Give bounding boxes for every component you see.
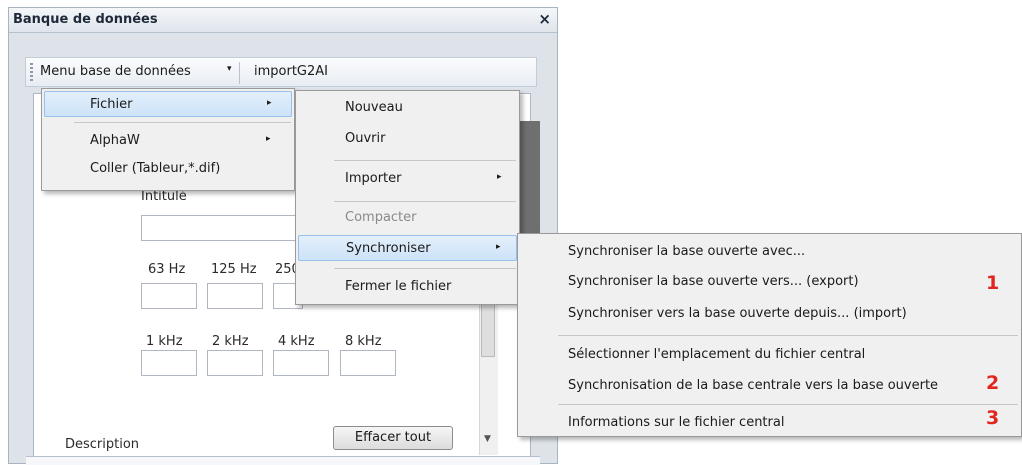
submenu-arrow-icon: ▸	[267, 98, 272, 108]
submenu-arrow-icon: ▸	[266, 134, 271, 144]
annotation-1: 1	[986, 272, 1000, 294]
annotation-3: 3	[986, 407, 1000, 429]
toolbar-separator	[239, 62, 240, 84]
clear-all-button[interactable]: Effacer tout	[333, 426, 453, 450]
freq-field-125hz[interactable]	[207, 283, 263, 309]
database-name: importG2AI	[254, 64, 328, 79]
freq-label-2khz: 2 kHz	[212, 334, 249, 349]
description-label: Description	[65, 437, 140, 452]
menu-item-label: Synchroniser la base ouverte vers... (ex…	[568, 274, 859, 289]
menu-item-compacter: Compacter	[296, 205, 519, 231]
annotation-2: 2	[986, 372, 1000, 394]
freq-label-1khz: 1 kHz	[146, 334, 183, 349]
menu-item-select-central[interactable]: Sélectionner l'emplacement du fichier ce…	[518, 342, 1021, 368]
freq-label-4khz: 4 kHz	[278, 334, 315, 349]
menu-item-label: Sélectionner l'emplacement du fichier ce…	[568, 347, 866, 362]
menu-item-coller[interactable]: Coller (Tableur,*.dif)	[42, 156, 294, 182]
menu-item-label: Coller (Tableur,*.dif)	[90, 161, 221, 176]
close-icon[interactable]: ×	[538, 10, 551, 28]
menu-item-info-central[interactable]: Informations sur le fichier central	[518, 410, 1021, 436]
panel-title: Banque de données	[13, 12, 158, 27]
menu-item-alphaw[interactable]: AlphaW ▸	[42, 128, 294, 154]
menu-item-label: Ouvrir	[345, 131, 386, 146]
menu-item-label: Synchronisation de la base centrale vers…	[568, 378, 939, 393]
menu-item-label: Informations sur le fichier central	[568, 415, 785, 430]
menu-item-sync-export[interactable]: Synchroniser la base ouverte vers... (ex…	[518, 269, 1021, 295]
menu-separator	[74, 122, 291, 123]
toolbar: Menu base de données ▾ importG2AI	[25, 57, 537, 87]
freq-field-1khz[interactable]	[141, 350, 197, 376]
submenu-arrow-icon: ▸	[496, 242, 501, 252]
menu-item-label: Fichier	[90, 97, 133, 112]
freq-label-63hz: 63 Hz	[148, 262, 186, 277]
menu-item-fichier[interactable]: Fichier ▸	[44, 91, 292, 117]
freq-label-8khz: 8 kHz	[345, 334, 382, 349]
menu-separator	[334, 201, 516, 202]
freq-field-4khz[interactable]	[273, 350, 329, 376]
toolbar-grip[interactable]	[30, 63, 33, 81]
fichier-submenu: Nouveau Ouvrir Importer ▸ Compacter Sync…	[295, 90, 520, 305]
menu-item-label: Nouveau	[345, 100, 403, 115]
menu-separator	[558, 335, 1018, 336]
freq-field-2khz[interactable]	[207, 350, 263, 376]
panel-title-bar: Banque de données ×	[9, 8, 557, 33]
menu-item-importer[interactable]: Importer ▸	[296, 166, 519, 192]
menu-item-sync-central[interactable]: Synchronisation de la base centrale vers…	[518, 373, 1021, 399]
menu-item-label: Compacter	[345, 210, 417, 225]
submenu-arrow-icon: ▸	[497, 172, 502, 182]
database-menu-button[interactable]: Menu base de données	[40, 64, 191, 79]
menu-item-nouveau[interactable]: Nouveau	[296, 95, 519, 121]
intitule-label: Intitulé	[141, 189, 187, 204]
menu-item-label: AlphaW	[90, 133, 140, 148]
menu-item-fermer[interactable]: Fermer le fichier	[296, 274, 519, 300]
chevron-down-icon[interactable]: ▾	[227, 64, 232, 74]
menu-item-sync-import[interactable]: Synchroniser vers la base ouverte depuis…	[518, 301, 1021, 327]
menu-item-label: Synchroniser	[346, 241, 431, 256]
menu-item-label: Importer	[345, 171, 402, 186]
scroll-down-icon[interactable]: ▼	[484, 434, 491, 444]
freq-field-8khz[interactable]	[340, 350, 396, 376]
freq-label-125hz: 125 Hz	[211, 262, 257, 277]
menu-item-ouvrir[interactable]: Ouvrir	[296, 126, 519, 152]
menu-item-sync-avec[interactable]: Synchroniser la base ouverte avec...	[518, 239, 1021, 265]
menu-separator	[334, 160, 516, 161]
menu-item-label: Fermer le fichier	[345, 279, 452, 294]
menu-item-label: Synchroniser vers la base ouverte depuis…	[568, 306, 907, 321]
menu-separator	[558, 404, 1018, 405]
synchroniser-submenu: Synchroniser la base ouverte avec... Syn…	[517, 233, 1022, 437]
freq-field-63hz[interactable]	[141, 283, 197, 309]
menu-item-synchroniser[interactable]: Synchroniser ▸	[298, 235, 517, 261]
menu-separator	[334, 268, 516, 269]
menu-item-label: Synchroniser la base ouverte avec...	[568, 244, 806, 259]
database-menu: Fichier ▸ AlphaW ▸ Coller (Tableur,*.dif…	[41, 88, 295, 191]
